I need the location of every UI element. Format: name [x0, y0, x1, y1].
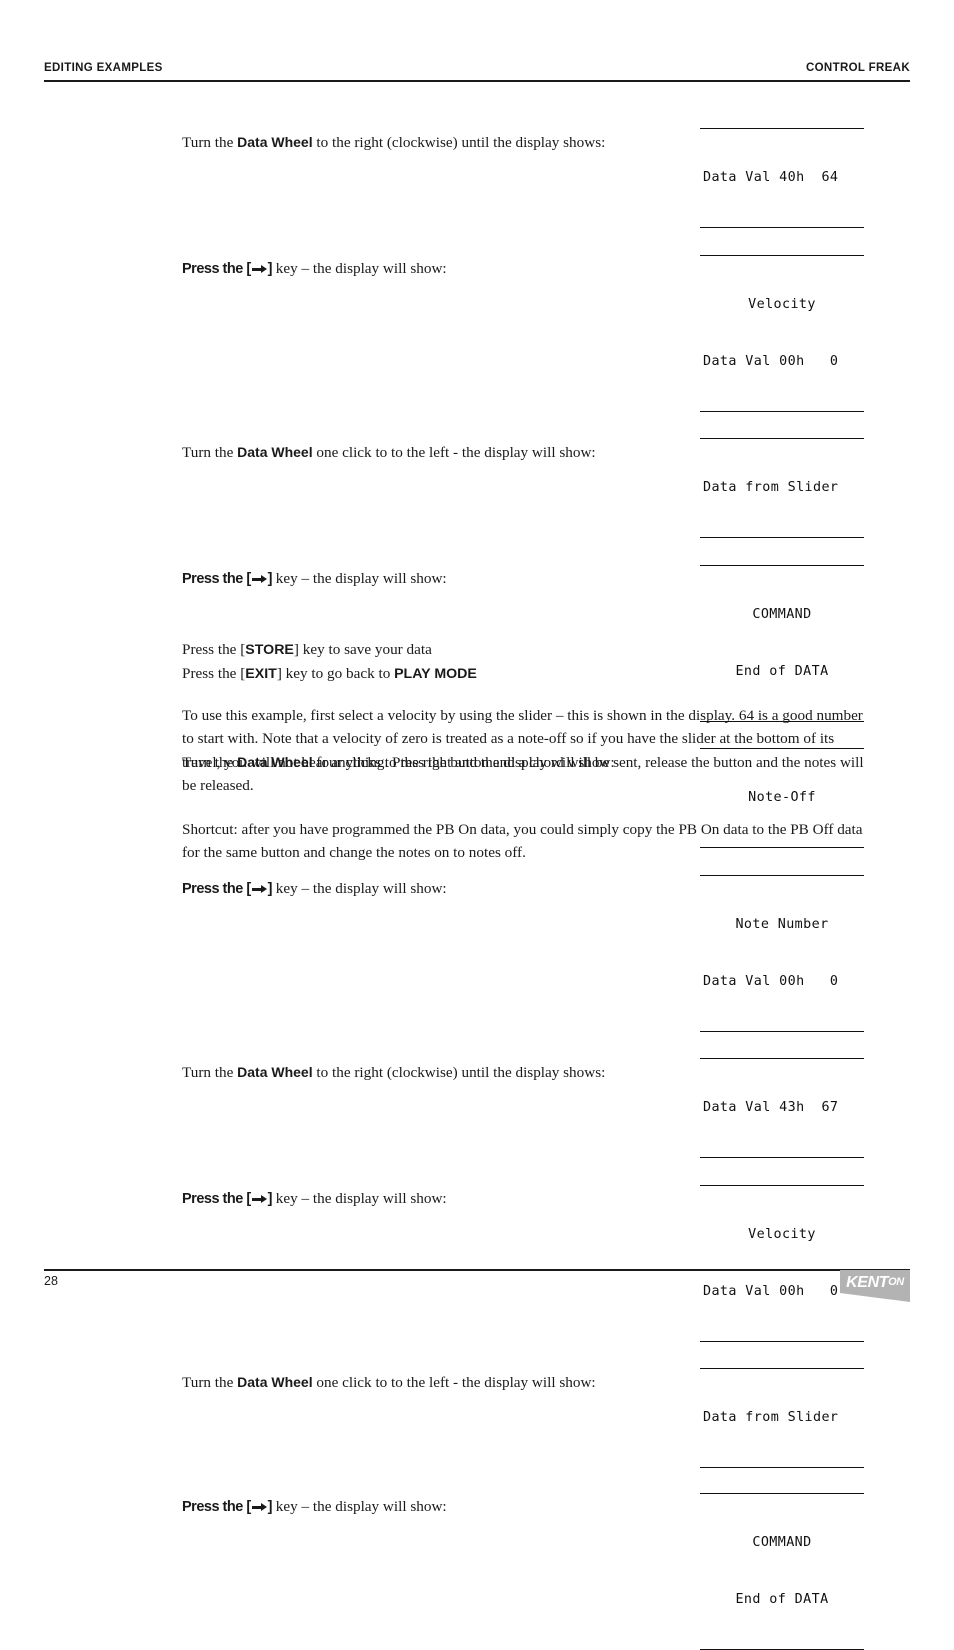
data-wheel-label: Data Wheel	[237, 1374, 313, 1390]
step-instruction: Press the [] key – the display will show…	[182, 1498, 447, 1515]
instruction-list: Turn the Data Wheel to the right (clockw…	[182, 128, 864, 1650]
kenton-logo: KENTON	[840, 1270, 910, 1302]
lcd-line: Velocity	[748, 1227, 816, 1242]
step-row: Turn the Data Wheel to the right (clockw…	[182, 1058, 864, 1158]
step-row: Turn the Data Wheel one click to to the …	[182, 438, 864, 538]
lcd-display: COMMAND End of DATA	[700, 1493, 864, 1650]
lcd-line: COMMAND	[752, 1535, 812, 1550]
step-instruction: Press the [] key – the display will show…	[182, 880, 447, 897]
lcd-line: Data Val 00h 0	[703, 974, 839, 989]
step-row: Press the [] key – the display will show…	[182, 1493, 864, 1650]
lcd-line: COMMAND	[752, 607, 812, 622]
step-row: Press the [] key – the display will show…	[182, 875, 864, 1032]
step-instruction: Press the [] key – the display will show…	[182, 570, 447, 587]
step-instruction: Press the [] key – the display will show…	[182, 260, 447, 277]
logo-text-primary: KENT	[846, 1274, 889, 1291]
arrow-key-notation: Press the []	[182, 261, 273, 277]
paragraph-text: To use this example, first select a velo…	[182, 707, 864, 795]
paragraph-explanation: To use this example, first select a velo…	[182, 704, 864, 798]
step-instruction: Turn the Data Wheel to the right (clockw…	[182, 128, 682, 152]
arrow-key-notation: Press the []	[182, 881, 273, 897]
logo-text-secondary: ON	[888, 1276, 904, 1288]
lcd-line: Data Val 00h 0	[703, 354, 839, 369]
lcd-display: Velocity Data Val 00h 0	[700, 255, 864, 412]
step-text-post: one click to to the left - the display w…	[312, 1374, 596, 1391]
lcd-line: Velocity	[748, 297, 816, 312]
lcd-display: Note Number Data Val 00h 0	[700, 875, 864, 1032]
lcd-line: Note Number	[735, 917, 829, 932]
logo-text: KENTON	[840, 1274, 910, 1292]
lcd-display: Data from Slider	[700, 1368, 864, 1468]
step-text-pre: Turn the	[182, 134, 238, 151]
page-number: 28	[44, 1274, 58, 1288]
lcd-display: Data Val 40h 64	[700, 128, 864, 228]
lcd-display: Velocity Data Val 00h 0	[700, 1185, 864, 1342]
paragraph-shortcut: Shortcut: after you have programmed the …	[182, 818, 864, 865]
play-mode-label: PLAY MODE	[394, 666, 477, 683]
store-key-label: STORE	[245, 642, 294, 658]
lcd-line: Data Val 40h 64	[703, 170, 839, 185]
data-wheel-label: Data Wheel	[237, 1064, 313, 1080]
step-text-post: to the right (clockwise) until the displ…	[312, 1064, 606, 1081]
right-arrow-icon	[251, 1195, 267, 1204]
paragraph-text: Shortcut: after you have programmed the …	[182, 821, 863, 862]
lcd-line: End of DATA	[735, 1592, 829, 1607]
step-text-pre: Turn the	[182, 444, 238, 461]
step-instruction: Turn the Data Wheel to the right (clockw…	[182, 1058, 682, 1082]
step-instruction: Press the [] key – the display will show…	[182, 1190, 447, 1207]
arrow-key-notation: Press the []	[182, 1191, 273, 1207]
step-instruction: Turn the Data Wheel one click to to the …	[182, 438, 682, 462]
store-line: Press the [STORE] key to save your data	[182, 641, 432, 658]
right-arrow-icon	[251, 575, 267, 584]
exit-line: Press the [EXIT] key to go back to PLAY …	[182, 665, 477, 683]
exit-key-label: EXIT	[245, 666, 277, 683]
step-text-post: to the right (clockwise) until the displ…	[312, 134, 606, 151]
step-text-pre: Turn the	[182, 1064, 238, 1081]
footer-divider	[44, 1269, 910, 1271]
data-wheel-label: Data Wheel	[237, 134, 313, 150]
step-row: Turn the Data Wheel one click to to the …	[182, 1368, 864, 1468]
arrow-key-notation: Press the []	[182, 571, 273, 587]
step-text-pre: Turn the	[182, 1374, 238, 1391]
arrow-key-notation: Press the []	[182, 1499, 273, 1515]
lcd-line: Data from Slider	[703, 1410, 839, 1425]
lcd-line: Data from Slider	[703, 480, 839, 495]
store-exit-block: Press the [STORE] key to save your data …	[182, 638, 864, 687]
running-head: EDITING EXAMPLES CONTROL FREAK	[44, 62, 910, 86]
lcd-line: Data Val 43h 67	[703, 1100, 839, 1115]
document-page: EDITING EXAMPLES CONTROL FREAK Turn the …	[0, 0, 954, 1650]
header-divider	[44, 80, 910, 82]
right-arrow-icon	[251, 885, 267, 894]
running-head-right: CONTROL FREAK	[805, 62, 910, 74]
running-head-left: EDITING EXAMPLES	[44, 62, 163, 74]
step-text-post: one click to to the left - the display w…	[312, 444, 596, 461]
lcd-display: Data from Slider	[700, 438, 864, 538]
lcd-display: Data Val 43h 67	[700, 1058, 864, 1158]
step-row: Press the [] key – the display will show…	[182, 255, 864, 412]
right-arrow-icon	[251, 1503, 267, 1512]
step-row: Press the [] key – the display will show…	[182, 1185, 864, 1342]
step-instruction: Turn the Data Wheel one click to to the …	[182, 1368, 682, 1392]
data-wheel-label: Data Wheel	[237, 444, 313, 460]
step-row: Turn the Data Wheel to the right (clockw…	[182, 128, 864, 228]
right-arrow-icon	[251, 265, 267, 274]
